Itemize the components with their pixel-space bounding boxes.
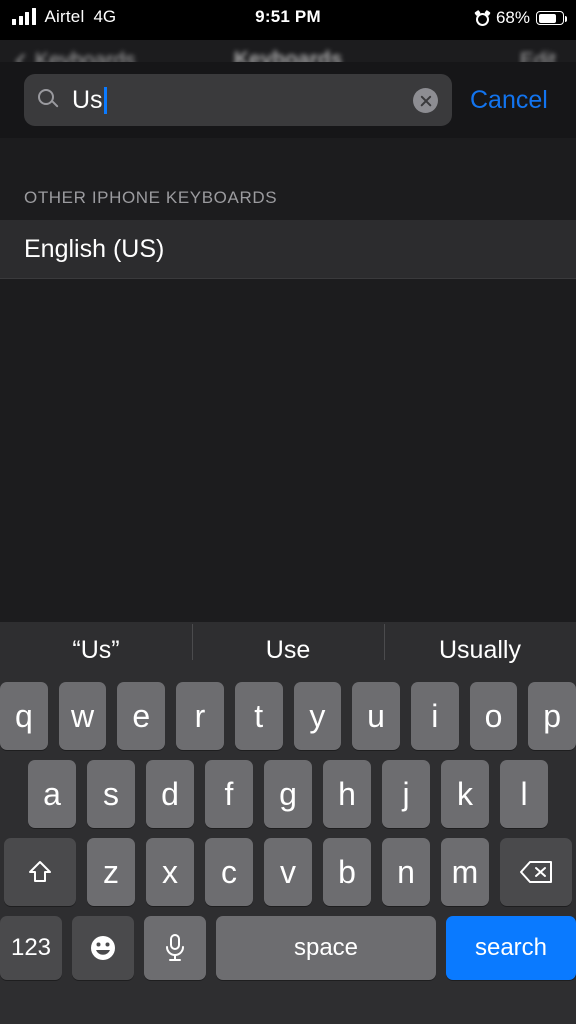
key-h[interactable]: h (323, 760, 371, 828)
prediction-candidate-1[interactable]: Use (192, 623, 384, 665)
key-j[interactable]: j (382, 760, 430, 828)
search-return-key[interactable]: search (446, 916, 576, 980)
search-input-value: Us (72, 74, 107, 126)
search-bar: Us Cancel (0, 62, 576, 138)
key-v[interactable]: v (264, 838, 312, 906)
key-t[interactable]: t (234, 682, 283, 750)
key-i[interactable]: i (410, 682, 459, 750)
status-bar: Airtel 4G 9:51 PM 68% (0, 0, 576, 40)
key-d[interactable]: d (146, 760, 194, 828)
key-y[interactable]: y (293, 682, 342, 750)
cancel-button[interactable]: Cancel (470, 86, 548, 115)
alarm-clock-icon (474, 9, 491, 26)
key-q[interactable]: q (0, 682, 48, 750)
text-cursor (103, 87, 107, 114)
prediction-candidate-2[interactable]: Usually (384, 623, 576, 665)
section-header: OTHER IPHONE KEYBOARDS (24, 188, 278, 207)
status-bar-right: 68% (474, 8, 567, 28)
key-w[interactable]: w (58, 682, 107, 750)
keyboard-row-4: 123 space search (0, 916, 576, 980)
key-u[interactable]: u (352, 682, 400, 750)
list-separator (0, 278, 576, 279)
key-c[interactable]: c (205, 838, 253, 906)
emoji-smiley-icon (88, 933, 118, 963)
keyboard-row-1: q w e r t y u i o p (0, 682, 576, 750)
key-m[interactable]: m (441, 838, 489, 906)
list-item-label: English (US) (24, 234, 165, 263)
key-o[interactable]: o (469, 682, 518, 750)
keyboard-row-3: z x c v b n m (0, 838, 576, 906)
key-r[interactable]: r (176, 682, 224, 750)
microphone-icon (162, 933, 188, 963)
search-input[interactable]: Us (24, 74, 452, 126)
prediction-candidate-0[interactable]: “Us” (0, 636, 192, 665)
key-s[interactable]: s (87, 760, 135, 828)
key-a[interactable]: a (28, 760, 76, 828)
search-icon (38, 89, 60, 111)
list-item[interactable]: English (US) (0, 220, 576, 278)
key-b[interactable]: b (323, 838, 371, 906)
battery-icon (536, 11, 567, 25)
key-n[interactable]: n (382, 838, 430, 906)
shift-key[interactable] (4, 838, 76, 906)
key-p[interactable]: p (528, 682, 576, 750)
numbers-key[interactable]: 123 (0, 916, 62, 980)
dictation-key[interactable] (144, 916, 206, 980)
on-screen-keyboard: “Us” Use Usually q w e r t y u i o p a s… (0, 622, 576, 1024)
backspace-key[interactable] (500, 838, 572, 906)
clear-search-button[interactable] (413, 88, 438, 113)
key-l[interactable]: l (500, 760, 548, 828)
iphone-screen: Airtel 4G 9:51 PM 68% Keyboards Keyboard… (0, 0, 576, 1024)
battery-percent-label: 68% (495, 8, 530, 27)
key-z[interactable]: z (87, 838, 135, 906)
emoji-key[interactable] (72, 916, 134, 980)
shift-arrow-icon (27, 859, 53, 885)
keyboard-row-2: a s d f g h j k l (0, 760, 576, 828)
predictive-text-bar: “Us” Use Usually (0, 622, 576, 678)
key-g[interactable]: g (264, 760, 312, 828)
key-e[interactable]: e (117, 682, 166, 750)
space-key[interactable]: space (216, 916, 436, 980)
key-f[interactable]: f (205, 760, 253, 828)
key-x[interactable]: x (146, 838, 194, 906)
backspace-icon (519, 859, 553, 885)
key-k[interactable]: k (441, 760, 489, 828)
